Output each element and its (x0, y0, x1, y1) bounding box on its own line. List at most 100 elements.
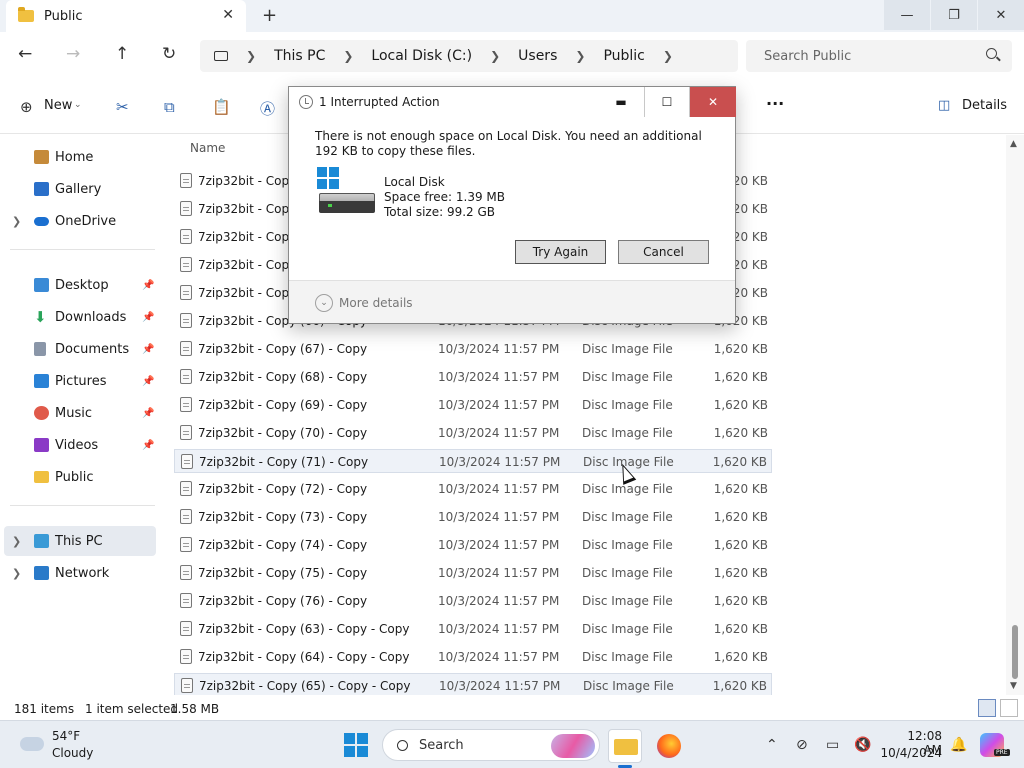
table-row[interactable]: 7zip32bit - Copy (65) - Copy - Copy 10/3/… (174, 673, 772, 695)
show-hidden-icons-chevron-up-icon[interactable]: ⌃ (766, 737, 778, 753)
minimize-button[interactable]: — (884, 0, 930, 30)
more-details-link[interactable]: More details (339, 296, 413, 310)
details-button[interactable]: Details (962, 98, 1007, 113)
breadcrumb-users[interactable]: Users (518, 48, 557, 64)
tiles-view-icon[interactable] (1000, 699, 1018, 717)
breadcrumb-this-pc[interactable]: This PC (274, 48, 325, 64)
table-row[interactable]: 7zip32bit - Copy (76) - Copy 10/3/2024 11… (174, 589, 772, 613)
weather-condition[interactable]: Cloudy (52, 746, 93, 760)
breadcrumb-chevron-icon[interactable]: ❯ (575, 49, 585, 63)
breadcrumb-public[interactable]: Public (603, 48, 644, 64)
start-button[interactable] (344, 733, 368, 757)
chevron-right-icon[interactable]: ❯ (12, 567, 21, 580)
table-row[interactable]: 7zip32bit - Copy (70) - Copy 10/3/2024 11… (174, 421, 772, 445)
pin-icon[interactable]: 📌 (142, 408, 154, 419)
breadcrumb-chevron-icon[interactable]: ❯ (343, 49, 353, 63)
sidebar-item-onedrive[interactable]: ❯ OneDrive (0, 206, 160, 236)
cloud-icon[interactable] (20, 737, 44, 751)
cancel-button[interactable]: Cancel (618, 240, 709, 264)
pin-icon[interactable]: 📌 (142, 376, 154, 387)
sidebar-item-pictures[interactable]: Pictures 📌 (0, 366, 160, 396)
tab-public[interactable]: Public ✕ (6, 0, 246, 32)
scroll-down-icon[interactable]: ▼ (1010, 681, 1017, 691)
drive-led (328, 204, 332, 207)
table-row[interactable]: 7zip32bit - Copy (71) - Copy 10/3/2024 11… (174, 449, 772, 473)
item-count: 181 items (14, 702, 75, 716)
table-row[interactable]: 7zip32bit - Copy (64) - Copy - Copy 10/3/… (174, 645, 772, 669)
breadcrumb-local-disk[interactable]: Local Disk (C:) (371, 48, 472, 64)
sidebar-item-network[interactable]: ❯ Network (0, 558, 160, 588)
rename-icon[interactable]: Ⓐ (260, 98, 275, 119)
tab-close-button[interactable]: ✕ (222, 7, 234, 23)
vertical-scrollbar[interactable]: ▲ ▼ (1006, 135, 1024, 695)
new-button[interactable]: New (44, 98, 72, 113)
table-row[interactable]: 7zip32bit - Copy (68) - Copy 10/3/2024 11… (174, 365, 772, 389)
refresh-icon[interactable]: ↻ (162, 44, 176, 64)
sidebar-item-home[interactable]: Home (0, 142, 160, 172)
more-options-button[interactable]: ··· (766, 94, 784, 113)
sidebar-item-downloads[interactable]: ⬇ Downloads 📌 (0, 302, 160, 332)
weather-temperature[interactable]: 54°F (52, 729, 80, 743)
pin-icon[interactable]: 📌 (142, 344, 154, 355)
table-row[interactable]: 7zip32bit - Copy (73) - Copy 10/3/2024 11… (174, 505, 772, 529)
try-again-button[interactable]: Try Again (515, 240, 606, 264)
chevron-down-icon[interactable]: ⌄ (315, 294, 333, 312)
network-disconnected-icon[interactable]: ⊘ (796, 737, 808, 753)
volume-muted-icon[interactable]: 🔇 (854, 737, 871, 753)
table-row[interactable]: 7zip32bit - Copy (67) - Copy 10/3/2024 11… (174, 337, 772, 361)
dialog-close-button[interactable]: ✕ (690, 87, 736, 117)
sidebar-item-videos[interactable]: Videos 📌 (0, 430, 160, 460)
clock-date[interactable]: 10/4/2024 (880, 746, 942, 760)
back-arrow-icon[interactable]: ← (18, 44, 32, 64)
new-chevron-down-icon[interactable]: ⌄ (74, 100, 82, 110)
breadcrumb[interactable]: ❯ This PC ❯ Local Disk (C:) ❯ Users ❯ Pu… (200, 40, 738, 72)
sidebar-item-this-pc[interactable]: ❯ This PC (4, 526, 156, 556)
dialog-maximize-button[interactable]: ☐ (644, 87, 690, 117)
pin-icon[interactable]: 📌 (142, 312, 154, 323)
table-row[interactable]: 7zip32bit - Copy (74) - Copy 10/3/2024 11… (174, 533, 772, 557)
cut-icon[interactable]: ✂ (116, 98, 129, 116)
breadcrumb-chevron-icon[interactable]: ❯ (490, 49, 500, 63)
file-type: Disc Image File (582, 650, 673, 664)
file-explorer-taskbar-button[interactable] (608, 729, 642, 763)
display-icon[interactable]: ▭ (826, 737, 839, 753)
videos-icon (34, 438, 49, 452)
notification-bell-icon[interactable]: 🔔 (950, 737, 967, 753)
sidebar-item-documents[interactable]: Documents 📌 (0, 334, 160, 364)
pin-icon[interactable]: 📌 (142, 280, 154, 291)
sidebar-item-desktop[interactable]: Desktop 📌 (0, 270, 160, 300)
new-tab-button[interactable]: + (262, 5, 277, 26)
sidebar-item-public[interactable]: Public (0, 462, 160, 492)
table-row[interactable]: 7zip32bit - Copy (75) - Copy 10/3/2024 11… (174, 561, 772, 585)
copy-icon[interactable]: ⧉ (164, 98, 175, 116)
search-icon[interactable] (986, 48, 997, 59)
scroll-up-icon[interactable]: ▲ (1010, 139, 1017, 149)
details-view-icon[interactable] (978, 699, 996, 717)
table-row[interactable]: 7zip32bit - Copy (72) - Copy 10/3/2024 11… (174, 477, 772, 501)
folder-icon (18, 7, 34, 22)
forward-arrow-icon[interactable]: → (66, 44, 80, 64)
sidebar-item-gallery[interactable]: Gallery (0, 174, 160, 204)
file-disc-image-icon (180, 173, 192, 188)
details-pane-icon[interactable]: ◫ (938, 98, 950, 113)
new-plus-icon[interactable]: ⊕ (20, 98, 33, 116)
taskbar-search[interactable]: Search (382, 729, 600, 761)
column-header-name[interactable]: Name (190, 141, 225, 155)
up-arrow-icon[interactable]: ↑ (115, 44, 129, 64)
tab-title: Public (44, 8, 83, 24)
search-input[interactable] (746, 40, 1012, 72)
dialog-minimize-button[interactable]: ▬ (598, 87, 644, 117)
scrollbar-thumb[interactable] (1012, 625, 1018, 679)
pin-icon[interactable]: 📌 (142, 440, 154, 451)
breadcrumb-chevron-icon[interactable]: ❯ (246, 49, 256, 63)
paste-icon[interactable]: 📋 (212, 98, 231, 116)
sidebar-item-music[interactable]: Music 📌 (0, 398, 160, 428)
breadcrumb-chevron-icon[interactable]: ❯ (663, 49, 673, 63)
chevron-right-icon[interactable]: ❯ (12, 215, 21, 228)
table-row[interactable]: 7zip32bit - Copy (69) - Copy 10/3/2024 11… (174, 393, 772, 417)
chevron-right-icon[interactable]: ❯ (12, 535, 21, 548)
restore-button[interactable]: ❐ (931, 0, 977, 30)
close-button[interactable]: ✕ (978, 0, 1024, 30)
table-row[interactable]: 7zip32bit - Copy (63) - Copy - Copy 10/3/… (174, 617, 772, 641)
firefox-taskbar-button[interactable] (652, 729, 686, 763)
